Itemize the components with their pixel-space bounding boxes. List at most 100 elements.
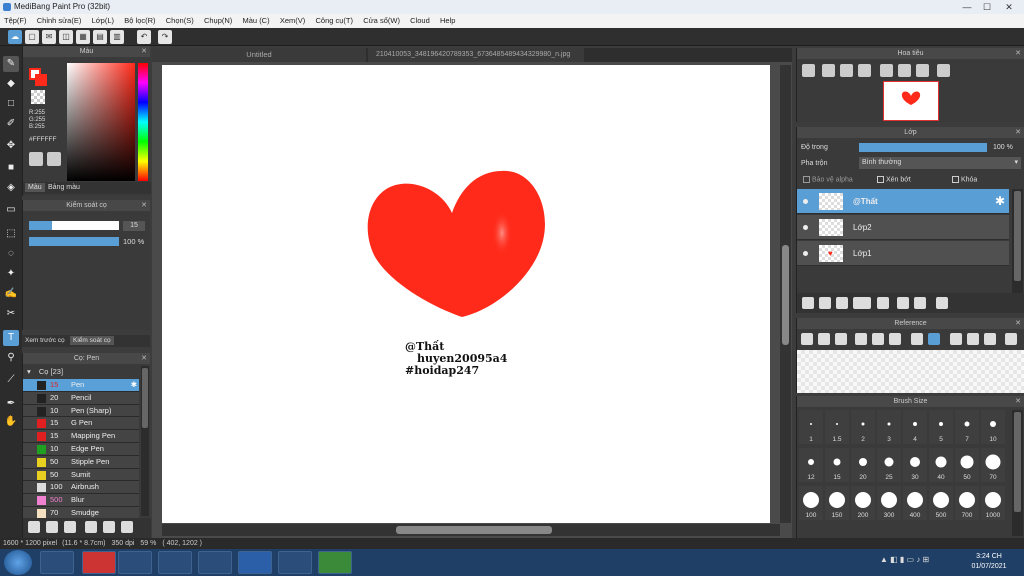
brush-size-option[interactable]: 15	[825, 448, 849, 482]
grid-icon[interactable]: ▦	[76, 30, 90, 44]
menu-edit[interactable]: Chỉnh sửa(E)	[33, 14, 86, 28]
brush-item-pen[interactable]: 15 Pen ✱	[23, 379, 139, 392]
menu-window[interactable]: Cửa sổ(W)	[359, 14, 404, 28]
zoom-tool-icon[interactable]: ✋	[3, 414, 19, 430]
clipping-checkbox[interactable]	[877, 176, 884, 183]
brush-item-g-pen[interactable]: 15 G Pen	[23, 417, 139, 431]
eraser-tool-icon[interactable]: ◆	[3, 76, 19, 92]
layout-icon[interactable]: ▥	[110, 30, 124, 44]
brush-item-airbrush[interactable]: 100 Airbrush	[23, 481, 139, 495]
chat-icon[interactable]: ✉	[42, 30, 56, 44]
brush-size-option[interactable]: 1000	[981, 486, 1005, 520]
layer-item-text[interactable]: @Thất ✱	[797, 189, 1009, 214]
visibility-icon[interactable]	[803, 199, 808, 204]
close-icon[interactable]: ✕	[1015, 396, 1021, 407]
zoom-in-icon[interactable]	[855, 333, 867, 345]
tab-palette[interactable]: Bảng màu	[45, 183, 83, 192]
tab-brush-control[interactable]: Kiểm soát cọ	[70, 336, 114, 345]
camtasia-icon[interactable]	[318, 551, 352, 574]
redo-icon[interactable]: ↷	[158, 30, 172, 44]
brush-size-option[interactable]: 1.5	[825, 410, 849, 444]
folder-icon[interactable]	[46, 521, 58, 533]
menu-help[interactable]: Help	[436, 14, 459, 28]
word-icon[interactable]	[238, 551, 272, 574]
menu-tools[interactable]: Công cụ(T)	[312, 14, 358, 28]
rotate-icon[interactable]	[950, 333, 962, 345]
brush-item-stipple-pen[interactable]: 50 Stipple Pen	[23, 455, 139, 469]
brush-size-option[interactable]: 12	[799, 448, 823, 482]
upload-icon[interactable]	[801, 333, 813, 345]
close-button[interactable]: ✕	[1002, 1, 1016, 13]
size-slider[interactable]	[29, 221, 119, 230]
magic-wand-icon[interactable]: ✦	[3, 266, 19, 282]
menu-file[interactable]: Tệp(F)	[0, 14, 31, 28]
brush-size-option[interactable]: 25	[877, 448, 901, 482]
menu-select[interactable]: Chọn(S)	[162, 14, 198, 28]
brush-size-option[interactable]: 200	[851, 486, 875, 520]
undo-icon[interactable]: ↶	[137, 30, 151, 44]
new-file-icon[interactable]: ▢	[25, 30, 39, 44]
lasso-tool-icon[interactable]: ◌	[3, 246, 19, 262]
brush-size-option[interactable]: 5	[929, 410, 953, 444]
menu-cloud[interactable]: Cloud	[406, 14, 434, 28]
flip-icon[interactable]	[1005, 333, 1017, 345]
bucket-tool-icon[interactable]: ◈	[3, 180, 19, 196]
select-eraser-icon[interactable]: ✂	[3, 306, 19, 322]
brush-size-option[interactable]: 2	[851, 410, 875, 444]
select-pen-icon[interactable]: ✍	[3, 286, 19, 302]
reference-view[interactable]	[797, 350, 1024, 393]
layer-menu-icon[interactable]	[853, 297, 871, 309]
fill-shape-icon[interactable]: ■	[3, 160, 19, 176]
open-icon[interactable]	[818, 333, 830, 345]
layer-list-scrollbar[interactable]	[1012, 189, 1023, 293]
zoom-in-icon[interactable]	[822, 64, 835, 77]
brush-item-blur[interactable]: 500 Blur	[23, 494, 139, 507]
brush-tool-icon[interactable]: ✎	[3, 56, 19, 72]
new-layer-icon[interactable]	[836, 297, 848, 309]
folder-icon[interactable]	[877, 297, 889, 309]
rotate-right-icon[interactable]	[916, 64, 929, 77]
brush-group-header[interactable]: ▾ Cọ [23]	[23, 366, 141, 378]
brush-size-option[interactable]: 500	[929, 486, 953, 520]
reset-icon[interactable]	[898, 64, 911, 77]
duplicate-icon[interactable]	[897, 297, 909, 309]
new-folder-icon[interactable]	[103, 521, 115, 533]
size-value[interactable]: 15	[123, 221, 145, 231]
cloud-icon[interactable]: ☁	[8, 30, 22, 44]
brush-item-mapping-pen[interactable]: 15 Mapping Pen	[23, 430, 139, 443]
app-icon[interactable]	[82, 551, 116, 574]
menu-layer[interactable]: Lớp(L)	[88, 14, 118, 28]
minimize-button[interactable]: —	[960, 1, 974, 13]
rotate-icon[interactable]	[880, 64, 893, 77]
flip-icon[interactable]	[937, 64, 950, 77]
blend-mode-select[interactable]: Bình thường ▾	[859, 157, 1021, 169]
drawing-canvas[interactable]: @Thất huyen20095a4 #hoidap247	[162, 65, 770, 523]
zoom-out-icon[interactable]	[858, 64, 871, 77]
chrome-icon[interactable]	[40, 551, 74, 574]
gradient-tool-icon[interactable]: ▭	[3, 202, 19, 218]
menu-snap[interactable]: Chụp(N)	[200, 14, 236, 28]
visibility-icon[interactable]	[803, 251, 808, 256]
brush-size-option[interactable]: 300	[877, 486, 901, 520]
brush-item-edge-pen[interactable]: 10 Edge Pen	[23, 442, 139, 456]
close-icon[interactable]: ✕	[1015, 127, 1021, 138]
fit-icon[interactable]	[872, 333, 884, 345]
close-icon[interactable]: ✕	[141, 46, 147, 57]
brush-size-option[interactable]: 10	[981, 410, 1005, 444]
text-tool-icon[interactable]: T	[3, 330, 19, 346]
tab-untitled[interactable]: Untitled	[152, 48, 366, 62]
new-layer-icon[interactable]	[819, 297, 831, 309]
palette-icon[interactable]	[47, 152, 61, 166]
navigator-preview[interactable]	[883, 81, 939, 121]
brush-list-scrollbar[interactable]	[141, 366, 149, 516]
layer-item-lop1[interactable]: ♥ Lớp1	[797, 241, 1009, 266]
brush-size-option[interactable]: 700	[955, 486, 979, 520]
dot-tool-icon[interactable]: □	[3, 96, 19, 112]
menu-view[interactable]: Xem(V)	[276, 14, 309, 28]
opacity-slider[interactable]	[29, 237, 119, 246]
brush-size-option[interactable]: 4	[903, 410, 927, 444]
clock[interactable]: 3:24 CH 01/07/2021	[964, 552, 1014, 572]
medibang-icon[interactable]	[278, 551, 312, 574]
brush-size-option[interactable]: 70	[981, 448, 1005, 482]
brush-size-option[interactable]: 50	[955, 448, 979, 482]
